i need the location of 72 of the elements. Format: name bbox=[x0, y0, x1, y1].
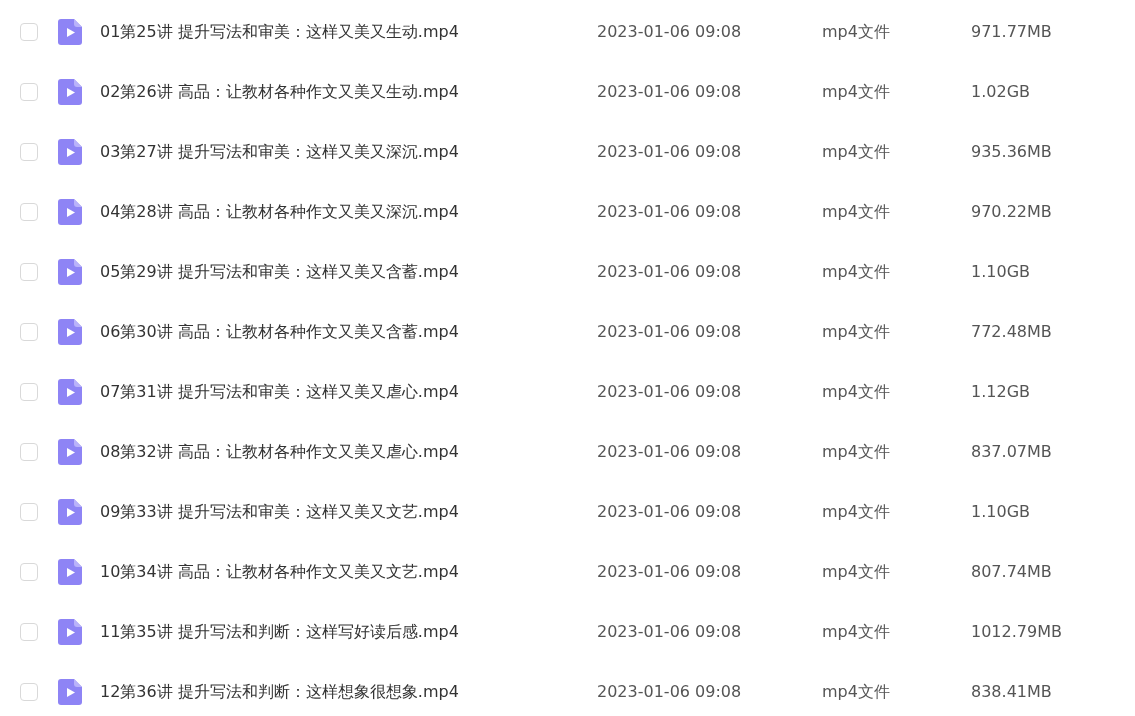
file-name[interactable]: 02第26讲 高品：让教材各种作文又美又生动.mp4 bbox=[100, 80, 597, 104]
row-checkbox[interactable] bbox=[20, 383, 38, 401]
row-checkbox[interactable] bbox=[20, 563, 38, 581]
file-size: 971.77MB bbox=[971, 21, 1052, 43]
file-size: 1012.79MB bbox=[971, 621, 1062, 643]
file-size: 1.10GB bbox=[971, 261, 1030, 283]
file-type: mp4文件 bbox=[822, 501, 891, 523]
row-checkbox[interactable] bbox=[20, 263, 38, 281]
video-file-icon bbox=[58, 319, 82, 345]
video-file-icon bbox=[58, 139, 82, 165]
file-name[interactable]: 07第31讲 提升写法和审美：这样又美又虐心.mp4 bbox=[100, 380, 597, 404]
file-type: mp4文件 bbox=[822, 381, 891, 403]
modified-date: 2023-01-06 09:08 bbox=[597, 201, 743, 223]
video-file-icon bbox=[58, 679, 82, 705]
file-type: mp4文件 bbox=[822, 441, 891, 463]
video-file-icon bbox=[58, 19, 82, 45]
modified-date: 2023-01-06 09:08 bbox=[597, 81, 743, 103]
row-checkbox[interactable] bbox=[20, 203, 38, 221]
modified-date: 2023-01-06 09:08 bbox=[597, 141, 743, 163]
file-name[interactable]: 03第27讲 提升写法和审美：这样又美又深沉.mp4 bbox=[100, 140, 597, 164]
file-type: mp4文件 bbox=[822, 261, 891, 283]
file-name[interactable]: 04第28讲 高品：让教材各种作文又美又深沉.mp4 bbox=[100, 200, 597, 224]
video-file-icon bbox=[58, 79, 82, 105]
file-type: mp4文件 bbox=[822, 621, 891, 643]
modified-date: 2023-01-06 09:08 bbox=[597, 621, 743, 643]
file-type: mp4文件 bbox=[822, 681, 891, 703]
file-name[interactable]: 10第34讲 高品：让教材各种作文又美又文艺.mp4 bbox=[100, 560, 597, 584]
file-size: 838.41MB bbox=[971, 681, 1052, 703]
file-size: 1.12GB bbox=[971, 381, 1030, 403]
file-name[interactable]: 11第35讲 提升写法和判断：这样写好读后感.mp4 bbox=[100, 620, 597, 644]
file-size: 837.07MB bbox=[971, 441, 1052, 463]
file-name[interactable]: 12第36讲 提升写法和判断：这样想象很想象.mp4 bbox=[100, 680, 597, 704]
modified-date: 2023-01-06 09:08 bbox=[597, 261, 743, 283]
file-type: mp4文件 bbox=[822, 321, 891, 343]
row-checkbox[interactable] bbox=[20, 143, 38, 161]
file-name[interactable]: 05第29讲 提升写法和审美：这样又美又含蓄.mp4 bbox=[100, 260, 597, 284]
video-file-icon bbox=[58, 199, 82, 225]
row-checkbox[interactable] bbox=[20, 503, 38, 521]
file-size: 935.36MB bbox=[971, 141, 1052, 163]
file-name[interactable]: 08第32讲 高品：让教材各种作文又美又虐心.mp4 bbox=[100, 440, 597, 464]
file-size: 772.48MB bbox=[971, 321, 1052, 343]
modified-date: 2023-01-06 09:08 bbox=[597, 321, 743, 343]
file-size: 1.10GB bbox=[971, 501, 1030, 523]
video-file-icon bbox=[58, 559, 82, 585]
modified-date: 2023-01-06 09:08 bbox=[597, 381, 743, 403]
file-name[interactable]: 09第33讲 提升写法和审美：这样又美又文艺.mp4 bbox=[100, 500, 597, 524]
file-type: mp4文件 bbox=[822, 141, 891, 163]
row-checkbox[interactable] bbox=[20, 83, 38, 101]
file-type: mp4文件 bbox=[822, 201, 891, 223]
row-checkbox[interactable] bbox=[20, 623, 38, 641]
video-file-icon bbox=[58, 379, 82, 405]
video-file-icon bbox=[58, 499, 82, 525]
file-size: 970.22MB bbox=[971, 201, 1052, 223]
file-type: mp4文件 bbox=[822, 561, 891, 583]
modified-date: 2023-01-06 09:08 bbox=[597, 441, 743, 463]
file-type: mp4文件 bbox=[822, 81, 891, 103]
row-checkbox[interactable] bbox=[20, 443, 38, 461]
modified-date: 2023-01-06 09:08 bbox=[597, 561, 743, 583]
modified-date: 2023-01-06 09:08 bbox=[597, 21, 743, 43]
file-name[interactable]: 01第25讲 提升写法和审美：这样又美又生动.mp4 bbox=[100, 20, 597, 44]
file-type: mp4文件 bbox=[822, 21, 891, 43]
video-file-icon bbox=[58, 259, 82, 285]
file-size: 807.74MB bbox=[971, 561, 1052, 583]
modified-date: 2023-01-06 09:08 bbox=[597, 681, 743, 703]
video-file-icon bbox=[58, 439, 82, 465]
modified-date: 2023-01-06 09:08 bbox=[597, 501, 743, 523]
file-name[interactable]: 06第30讲 高品：让教材各种作文又美又含蓄.mp4 bbox=[100, 320, 597, 344]
row-checkbox[interactable] bbox=[20, 23, 38, 41]
video-file-icon bbox=[58, 619, 82, 645]
row-checkbox[interactable] bbox=[20, 323, 38, 341]
row-checkbox[interactable] bbox=[20, 683, 38, 701]
file-size: 1.02GB bbox=[971, 81, 1030, 103]
